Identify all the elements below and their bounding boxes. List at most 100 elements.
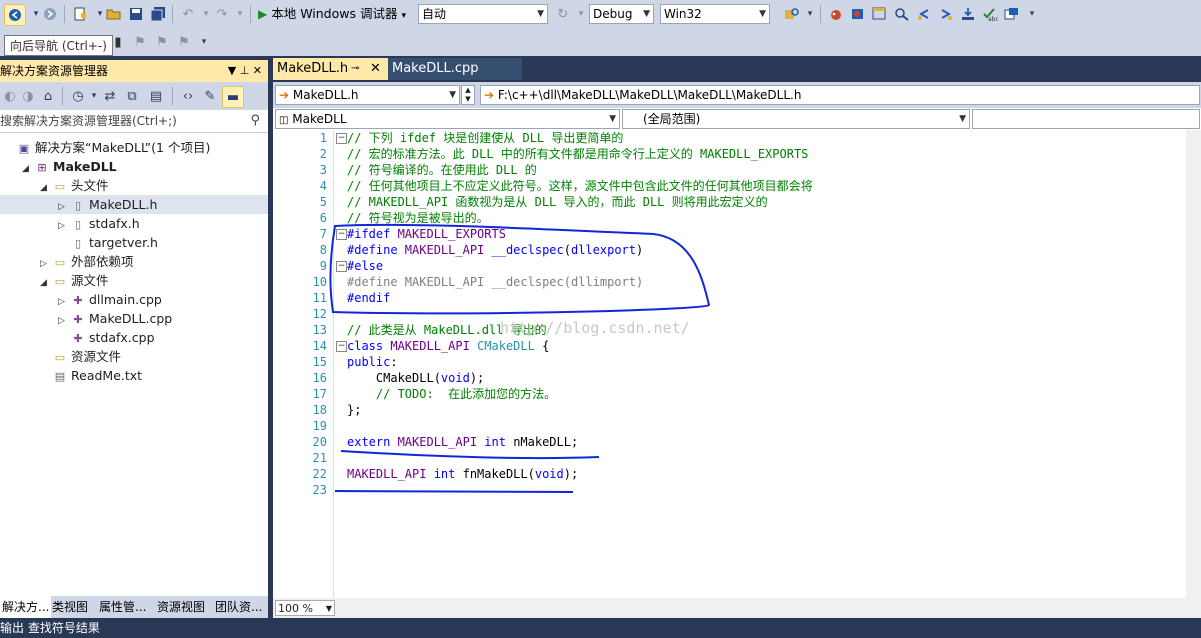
platform-combo[interactable]: Win32 ▼ xyxy=(660,4,770,24)
tree-item[interactable]: ✚ stdafx.cpp xyxy=(0,328,268,347)
solution-explorer-titlebar[interactable]: 解决方案资源管理器 ▼ ⊥ ✕ xyxy=(0,60,268,82)
open-file-button[interactable] xyxy=(104,4,124,24)
refresh-dropdown-icon[interactable]: ▾ xyxy=(571,4,591,24)
next-bookmark-button[interactable]: ⚑ xyxy=(152,32,172,52)
save-all-button[interactable] xyxy=(148,4,168,24)
start-debugging-button[interactable]: ▶ 本地 Windows 调试器 ▾ xyxy=(258,4,406,24)
chevron-down-icon: ▼ xyxy=(537,9,544,19)
back-navigation-tooltip: 向后导航 (Ctrl+-) xyxy=(4,35,113,56)
tool-window-tab[interactable]: 类视图 xyxy=(50,596,90,618)
cpp-file-icon: ✚ xyxy=(73,294,83,307)
collapse-all-button[interactable]: ⧉ xyxy=(122,86,142,106)
find-in-files-icon xyxy=(785,8,799,19)
project-icon: ⊞ xyxy=(37,161,47,174)
preview-icon: ▬ xyxy=(226,89,240,105)
zoom-combo[interactable]: 100 % ▼ xyxy=(275,600,335,616)
tree-item-label: targetver.h xyxy=(89,235,158,250)
search-icon[interactable]: ⚲ xyxy=(250,110,260,132)
tree-item[interactable]: ▣ 解决方案“MakeDLL”(1 个项目) xyxy=(0,138,268,157)
tree-item[interactable]: ◢ ▭ 源文件 xyxy=(0,271,268,290)
tree-item[interactable]: ▷ ▯ MakeDLL.h xyxy=(0,195,268,214)
save-button[interactable] xyxy=(126,4,146,24)
project-scope-combo[interactable]: ◫ MakeDLL ▼ xyxy=(275,109,620,129)
forward-navigation-button[interactable] xyxy=(40,4,60,24)
global-scope-combo[interactable]: (全局范围) ▼ xyxy=(622,109,970,129)
redo-button[interactable]: ↷ xyxy=(212,4,232,24)
pin-icon[interactable]: ⊸ xyxy=(351,58,359,80)
debug-tool-button-5[interactable] xyxy=(914,4,934,24)
find-icon xyxy=(895,8,909,21)
show-all-files-button[interactable]: ▤ xyxy=(146,86,166,106)
tool-window-tab[interactable]: 资源视图 xyxy=(155,596,207,618)
file-navigation-bar: ➔ MakeDLL.h ▼ ▲ ▼ ➔ F:\c++\dll\MakeDLL\Ma… xyxy=(273,82,1201,108)
tree-item[interactable]: ▷ ✚ dllmain.cpp xyxy=(0,290,268,309)
tree-item[interactable]: ▷ ▭ 外部依赖项 xyxy=(0,252,268,271)
debug-tool-button-9[interactable] xyxy=(1002,4,1022,24)
member-scope-combo[interactable] xyxy=(972,109,1200,129)
home-button[interactable]: ⌂ xyxy=(38,86,58,106)
back-button[interactable]: ◐ xyxy=(0,86,20,106)
solution-config-combo[interactable]: 自动 ▼ xyxy=(418,4,548,24)
clear-bookmarks-icon: ⚑ xyxy=(178,34,190,50)
tree-item-label: MakeDLL.cpp xyxy=(89,311,173,326)
tool-window-tab[interactable]: 团队资... xyxy=(213,596,264,618)
start-debugging-dropdown-icon[interactable]: ▾ xyxy=(401,11,406,21)
undo-icon: ↶ xyxy=(182,6,194,22)
pin-icon[interactable]: ▼ ⊥ ✕ xyxy=(228,60,262,82)
undo-button[interactable]: ↶ xyxy=(178,4,198,24)
preview-button[interactable]: ▬ xyxy=(222,86,244,108)
tree-item[interactable]: ▭ 资源文件 xyxy=(0,347,268,366)
horizontal-scrollbar[interactable] xyxy=(273,598,1201,618)
toolbar-overflow-icon[interactable]: ▾ xyxy=(800,4,820,24)
file-combo[interactable]: ➔ MakeDLL.h ▼ xyxy=(275,85,460,105)
tab-makedll-h[interactable]: MakeDLL.h ⊸ ✕ xyxy=(273,58,389,80)
tree-item-label: 解决方案“MakeDLL”(1 个项目) xyxy=(35,140,211,155)
tree-item[interactable]: ▷ ✚ MakeDLL.cpp xyxy=(0,309,268,328)
vertical-scrollbar[interactable] xyxy=(1186,130,1201,598)
text-file-icon: ▤ xyxy=(54,370,66,383)
chevron-down-icon: ▼ xyxy=(325,604,332,613)
new-project-button[interactable] xyxy=(70,4,90,24)
tree-item[interactable]: ▷ ▯ stdafx.h xyxy=(0,214,268,233)
debug-tool-button-3[interactable] xyxy=(870,4,890,24)
debug-tool-button-8[interactable]: abc xyxy=(980,4,1000,24)
properties-button[interactable]: ✎ xyxy=(200,86,220,106)
debug-tool-button-1[interactable] xyxy=(826,4,846,24)
document-tabs: MakeDLL.h ⊸ ✕ MakeDLL.cpp xyxy=(273,58,1201,80)
refresh-button[interactable]: ↻ xyxy=(553,4,573,24)
toolbar-overflow-icon[interactable]: ▾ xyxy=(1022,4,1042,24)
view-code-button[interactable]: ‹› xyxy=(178,86,198,106)
solution-icon: ▣ xyxy=(18,142,30,155)
debug-tool-button-4[interactable] xyxy=(892,4,912,24)
forward-arrow-icon xyxy=(44,8,56,20)
auto-combo-value: 自动 xyxy=(422,7,447,21)
debug-tool-button-6[interactable] xyxy=(936,4,956,24)
tree-item[interactable]: ▯ targetver.h xyxy=(0,233,268,252)
tree-item[interactable]: ◢ ⊞ MakeDLL xyxy=(0,157,268,176)
tree-item[interactable]: ▤ ReadMe.txt xyxy=(0,366,268,385)
tool-window-tab[interactable]: 属性管... xyxy=(97,596,148,618)
configuration-combo[interactable]: Debug ▼ xyxy=(589,4,654,24)
tab-makedll-cpp[interactable]: MakeDLL.cpp xyxy=(388,58,522,80)
file-path-box[interactable]: ➔ F:\c++\dll\MakeDLL\MakeDLL\MakeDLL\Mak… xyxy=(480,85,1200,105)
forward-button[interactable]: ◑ xyxy=(18,86,38,106)
debug-tool-button-7[interactable] xyxy=(958,4,978,24)
redo-dropdown-icon[interactable]: ▾ xyxy=(230,4,250,24)
back-navigation-button[interactable] xyxy=(4,4,26,26)
close-icon[interactable]: ✕ xyxy=(370,58,381,80)
tree-item[interactable]: ◢ ▭ 头文件 xyxy=(0,176,268,195)
debug-tool-button-2[interactable] xyxy=(848,4,868,24)
folder-icon: ▭ xyxy=(54,256,66,269)
bug-icon xyxy=(831,10,841,20)
tool-window-tab[interactable]: 解决方... xyxy=(0,596,52,618)
solution-search-box[interactable]: 搜索解决方案资源管理器(Ctrl+;) ⚲ xyxy=(0,110,268,133)
file-spinner[interactable]: ▲ ▼ xyxy=(461,85,475,105)
prev-bookmark-button[interactable]: ⚑ xyxy=(130,32,150,52)
annotation-overlay xyxy=(329,223,711,493)
find-in-files-button[interactable] xyxy=(782,4,802,24)
sync-button[interactable]: ⇄ xyxy=(100,86,120,106)
toolbar-overflow-icon[interactable]: ▾ xyxy=(194,32,214,52)
arrow-right-icon: ➔ xyxy=(484,88,495,102)
toolbar-separator xyxy=(820,5,821,23)
clear-bookmarks-button[interactable]: ⚑ xyxy=(174,32,194,52)
